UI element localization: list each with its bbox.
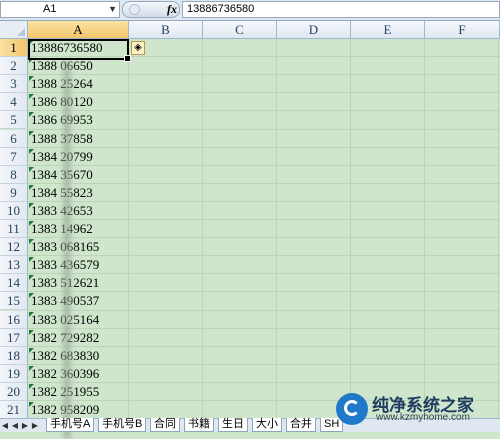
fx-icon: fx [167,2,177,16]
row-header[interactable]: 3 [0,75,28,94]
sheet-tab-7[interactable]: 合并 [286,418,316,432]
cell-a[interactable]: 1386 69953 [28,111,128,129]
formula-input[interactable]: 13886736580 [182,1,500,18]
text-number-indicator-icon [29,239,34,245]
column-header-f[interactable]: F [425,21,500,39]
smart-tag-icon[interactable]: ◈ [131,41,145,55]
text-number-indicator-icon [29,184,34,190]
cell-a[interactable]: 1383 436579 [28,256,128,274]
name-box[interactable]: A1 ▼ [0,1,120,18]
row-header[interactable]: 6 [0,129,28,148]
cell-a[interactable]: 1383 490537 [28,292,128,310]
row-header[interactable]: 18 [0,346,28,365]
row-header[interactable]: 5 [0,111,28,130]
gridline [128,39,129,418]
gridline [498,39,499,418]
column-header-e[interactable]: E [351,21,425,39]
cell-a[interactable]: 1384 20799 [28,148,128,166]
cell-a[interactable]: 1382 729282 [28,329,128,347]
row-header[interactable]: 14 [0,274,28,293]
column-header-b[interactable]: B [129,21,203,39]
chevron-down-icon[interactable]: ▼ [108,2,117,17]
gridline [350,39,351,418]
gridline [202,39,203,418]
worksheet-grid[interactable]: A B C D E F 1 13886736580 2 1388 06650 3 1388… [0,21,500,439]
cell-a[interactable]: 1386 80120 [28,93,128,111]
expand-icon[interactable] [129,4,140,15]
sheet-tab-3[interactable]: 合同 [150,418,180,432]
cell-a[interactable]: 1383 068165 [28,238,128,256]
next-sheet-icon[interactable]: ▶ [20,419,30,432]
text-number-indicator-icon [29,130,34,136]
sheet-tab-2[interactable]: 手机号B [98,418,147,432]
row-header[interactable]: 17 [0,328,28,347]
cell-a[interactable]: 1383 42653 [28,202,128,220]
cell-a[interactable]: 1382 360396 [28,365,128,383]
row-header[interactable]: 9 [0,183,28,202]
row-header[interactable]: 11 [0,220,28,239]
cell-a[interactable]: 1383 512621 [28,274,128,292]
insert-function-button[interactable]: fx [122,1,180,18]
text-number-indicator-icon [29,383,34,389]
row-header[interactable]: 19 [0,364,28,383]
text-number-indicator-icon [29,275,34,281]
row-header[interactable]: 8 [0,165,28,184]
cell-a[interactable]: 1382 958209 [28,401,128,419]
row-header[interactable]: 16 [0,310,28,329]
row-header[interactable]: 21 [0,401,28,420]
text-number-indicator-icon [29,221,34,226]
cell-a[interactable]: 1383 025164 [28,311,128,329]
text-number-indicator-icon [29,402,34,407]
column-header-a[interactable]: A [28,21,129,39]
text-number-indicator-icon [29,202,34,208]
watermark-url: www.kzmyhome.com [376,412,470,423]
row-header[interactable]: 1 [0,39,28,58]
text-number-indicator-icon [29,148,34,154]
watermark: 纯净系统之家 www.kzmyhome.com [336,389,496,429]
cell-a[interactable]: 1382 251955 [28,383,128,401]
sheet-tab-4[interactable]: 书籍 [184,418,214,432]
text-number-indicator-icon [29,365,34,371]
text-number-indicator-icon [29,257,34,263]
prev-sheet-icon[interactable]: ◀ [10,419,20,432]
cell-a[interactable]: 1382 683830 [28,347,128,365]
text-number-indicator-icon [29,94,34,100]
active-cell-selection[interactable] [28,39,131,62]
select-all-button[interactable] [0,21,28,39]
row-header[interactable]: 12 [0,238,28,257]
watermark-logo-icon [336,393,368,425]
name-box-value: A1 [43,3,57,15]
row-header[interactable]: 13 [0,256,28,275]
cell-a[interactable]: 1384 55823 [28,184,128,202]
cell-a[interactable]: 1388 25264 [28,75,128,93]
text-number-indicator-icon [29,112,34,118]
text-number-indicator-icon [29,329,34,335]
text-number-indicator-icon [29,347,34,353]
sheet-tab-6[interactable]: 大小 [252,418,282,432]
gridline [424,39,425,418]
cell-a[interactable]: 1384 35670 [28,166,128,184]
first-sheet-icon[interactable]: ◀ [0,419,10,432]
gridline [276,39,277,418]
row-header[interactable]: 4 [0,93,28,112]
row-header[interactable]: 20 [0,382,28,401]
text-number-indicator-icon [29,76,34,82]
formula-bar: A1 ▼ fx 13886736580 [0,0,500,21]
cell-a[interactable]: 1383 14962 [28,220,128,238]
sheet-tab-5[interactable]: 生日 [218,418,248,432]
column-header-c[interactable]: C [203,21,277,39]
text-number-indicator-icon [29,311,34,317]
row-header[interactable]: 2 [0,57,28,76]
redaction-blur [60,61,74,439]
last-sheet-icon[interactable]: ▶ [30,419,40,432]
row-header[interactable]: 10 [0,201,28,220]
row-header[interactable]: 7 [0,147,28,166]
cell-a[interactable]: 1388 37858 [28,130,128,148]
row-header[interactable]: 15 [0,292,28,311]
column-header-d[interactable]: D [277,21,351,39]
text-number-indicator-icon [29,166,34,172]
text-number-indicator-icon [29,293,34,299]
sheet-tab-1[interactable]: 手机号A [46,418,95,432]
